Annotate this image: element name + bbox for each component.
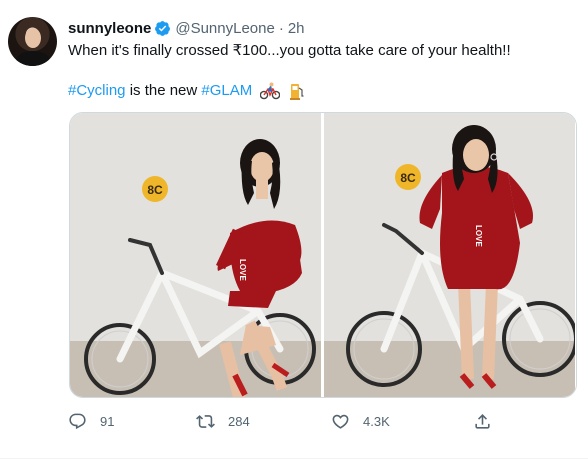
hashtag-link-cycling[interactable]: #Cycling bbox=[68, 82, 126, 99]
tweet-header: sunnyleone @SunnyLeone · 2h bbox=[68, 18, 305, 38]
display-name[interactable]: sunnyleone bbox=[68, 20, 151, 37]
timestamp[interactable]: 2h bbox=[288, 20, 305, 37]
avatar[interactable] bbox=[8, 17, 57, 66]
wall-badge-text-right: 8C bbox=[400, 171, 416, 185]
fuel-pump-emoji-icon bbox=[289, 84, 304, 101]
reply-icon bbox=[69, 413, 86, 429]
verified-badge-icon bbox=[155, 20, 171, 36]
reply-count: 91 bbox=[100, 413, 115, 429]
tweet-text-line2: #Cycling is the new #GLAM bbox=[68, 81, 305, 101]
avatar-face bbox=[25, 28, 41, 48]
belt-text-right: LOVE bbox=[474, 225, 483, 247]
media-container[interactable]: 8C LOVE 8C LOVE bbox=[69, 112, 577, 398]
tweet-text-line1: When it's finally crossed ₹100...you got… bbox=[68, 42, 511, 59]
tweet-card[interactable]: sunnyleone @SunnyLeone · 2h When it's fi… bbox=[0, 0, 588, 459]
share-button[interactable] bbox=[473, 409, 492, 433]
photo-right-image: 8C LOVE bbox=[324, 113, 575, 397]
photo-right[interactable]: 8C LOVE bbox=[324, 113, 575, 397]
photo-left[interactable]: 8C LOVE bbox=[70, 113, 321, 397]
photo-left-image: 8C LOVE bbox=[70, 113, 321, 397]
reply-button[interactable]: 91 bbox=[68, 409, 114, 433]
hashtag-link-glam[interactable]: #GLAM bbox=[201, 82, 252, 99]
action-bar: 91 284 4.3K bbox=[62, 409, 522, 433]
separator-dot: · bbox=[278, 19, 284, 37]
like-button[interactable]: 4.3K bbox=[331, 409, 390, 433]
wall-badge-text: 8C bbox=[147, 183, 163, 197]
like-count: 4.3K bbox=[363, 413, 390, 429]
retweet-count: 284 bbox=[228, 413, 250, 429]
retweet-icon bbox=[196, 414, 215, 428]
bicycle-rider-emoji-icon bbox=[260, 82, 281, 100]
heart-icon bbox=[332, 414, 349, 429]
retweet-button[interactable]: 284 bbox=[196, 409, 250, 433]
belt-text-left: LOVE bbox=[238, 259, 247, 281]
share-icon bbox=[475, 413, 490, 429]
avatar-body bbox=[16, 51, 50, 66]
user-handle[interactable]: @SunnyLeone bbox=[175, 20, 274, 37]
tweet-text-mid: is the new bbox=[125, 82, 202, 99]
